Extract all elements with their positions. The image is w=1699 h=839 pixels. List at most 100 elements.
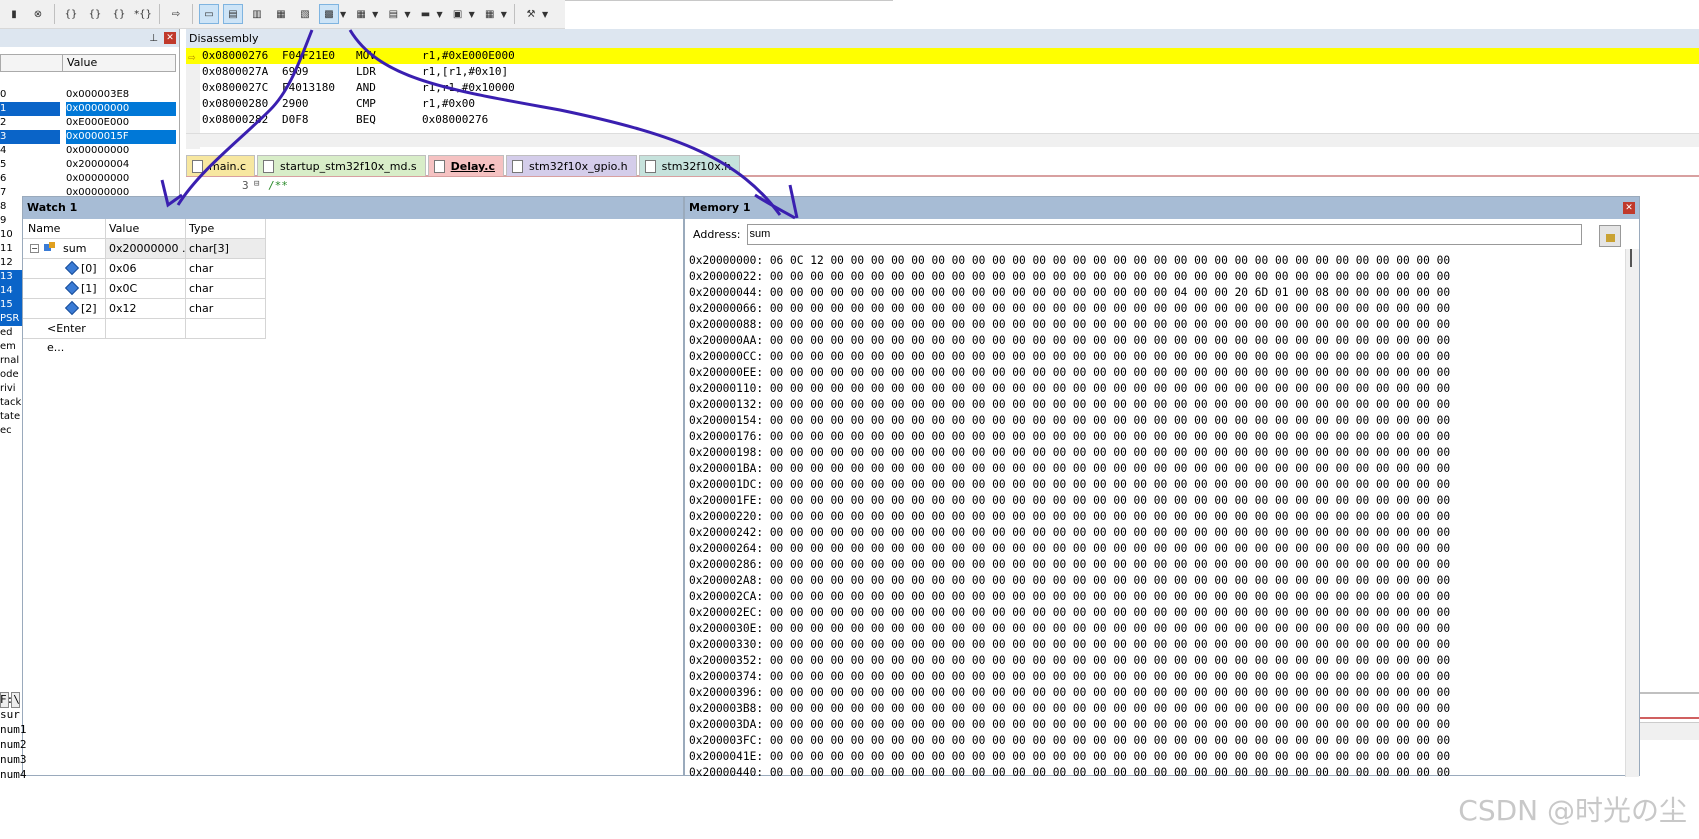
pin-icon[interactable]: ⊥ bbox=[149, 33, 158, 44]
step-into-icon[interactable]: {} bbox=[61, 4, 81, 24]
chevron-down-icon[interactable]: ▼ bbox=[436, 10, 442, 19]
register-value[interactable]: 0x00000000 bbox=[66, 144, 176, 158]
memory-line[interactable]: 0x2000041E: 00 00 00 00 00 00 00 00 00 0… bbox=[689, 749, 1450, 765]
tab-main-c[interactable]: main.c bbox=[186, 155, 256, 176]
memory-line[interactable]: 0x20000198: 00 00 00 00 00 00 00 00 00 0… bbox=[689, 445, 1450, 461]
disassembly-row[interactable]: 0x0800027A 6909 LDR r1,[r1,#0x10] bbox=[186, 64, 1699, 80]
watch-type-header[interactable]: Type bbox=[185, 219, 266, 238]
memory-line[interactable]: 0x200002CA: 00 00 00 00 00 00 00 00 00 0… bbox=[689, 589, 1450, 605]
memory-line[interactable]: 0x20000374: 00 00 00 00 00 00 00 00 00 0… bbox=[689, 669, 1450, 685]
step-out-icon[interactable]: {} bbox=[109, 4, 129, 24]
memory-line[interactable]: 0x200002A8: 00 00 00 00 00 00 00 00 00 0… bbox=[689, 573, 1450, 589]
call-stack-icon[interactable]: ▧ bbox=[295, 4, 315, 24]
register-name-header[interactable] bbox=[1, 55, 63, 71]
memory-line[interactable]: 0x20000066: 00 00 00 00 00 00 00 00 00 0… bbox=[689, 301, 1450, 317]
command-window-icon[interactable]: ▭ bbox=[199, 4, 219, 24]
tab-delay-c[interactable]: Delay.c bbox=[427, 155, 504, 176]
memory-line[interactable]: 0x20000396: 00 00 00 00 00 00 00 00 00 0… bbox=[689, 685, 1450, 701]
disassembly-window-icon[interactable]: ▤ bbox=[223, 4, 243, 24]
memory-line[interactable]: 0x20000242: 00 00 00 00 00 00 00 00 00 0… bbox=[689, 525, 1450, 541]
register-row[interactable]: 6 0x00000000 bbox=[0, 172, 176, 186]
chevron-down-icon[interactable]: ▼ bbox=[404, 10, 410, 19]
memory-line[interactable]: 0x20000022: 00 00 00 00 00 00 00 00 00 0… bbox=[689, 269, 1450, 285]
watch-row-element[interactable]: [2] 0x12 char bbox=[23, 299, 266, 319]
tab-stm32f10x-h[interactable]: stm32f10x.h bbox=[638, 155, 741, 176]
memory-line[interactable]: 0x20000000: 06 0C 12 00 00 00 00 00 00 0… bbox=[689, 253, 1450, 269]
register-row[interactable]: 3 0x0000015F bbox=[0, 130, 176, 144]
chevron-down-icon[interactable]: ▼ bbox=[542, 10, 548, 19]
register-row[interactable]: 2 0xE000E000 bbox=[0, 116, 176, 130]
memory-line[interactable]: 0x200001BA: 00 00 00 00 00 00 00 00 00 0… bbox=[689, 461, 1450, 477]
chevron-down-icon[interactable]: ▼ bbox=[340, 10, 346, 19]
step-over-icon[interactable]: {} bbox=[85, 4, 105, 24]
memory-scrollbar[interactable] bbox=[1625, 249, 1639, 777]
memory-line[interactable]: 0x200001FE: 00 00 00 00 00 00 00 00 00 0… bbox=[689, 493, 1450, 509]
memory-line[interactable]: 0x200001DC: 00 00 00 00 00 00 00 00 00 0… bbox=[689, 477, 1450, 493]
watch-var-value[interactable]: 0x12 bbox=[105, 299, 185, 318]
memory-line[interactable]: 0x20000286: 00 00 00 00 00 00 00 00 00 0… bbox=[689, 557, 1450, 573]
register-value[interactable]: 0xE000E000 bbox=[66, 116, 176, 130]
close-icon[interactable]: ✕ bbox=[164, 32, 176, 44]
tab-gpio-h[interactable]: stm32f10x_gpio.h bbox=[505, 155, 637, 176]
register-value-header[interactable]: Value bbox=[63, 55, 97, 71]
register-row[interactable]: 1 0x00000000 bbox=[0, 102, 176, 116]
symbols-window-icon[interactable]: ▥ bbox=[247, 4, 267, 24]
memory-line[interactable]: 0x20000176: 00 00 00 00 00 00 00 00 00 0… bbox=[689, 429, 1450, 445]
system-viewer-icon[interactable]: ▦ bbox=[480, 4, 500, 24]
trace-window-icon[interactable]: ▣ bbox=[448, 4, 468, 24]
lock-icon[interactable] bbox=[1599, 225, 1621, 247]
register-value[interactable]: 0x00000000 bbox=[66, 172, 176, 186]
collapse-icon[interactable]: − bbox=[30, 244, 39, 253]
analysis-window-icon[interactable]: ▬ bbox=[415, 4, 435, 24]
memory-line[interactable]: 0x20000154: 00 00 00 00 00 00 00 00 00 0… bbox=[689, 413, 1450, 429]
close-icon[interactable]: ✕ bbox=[1623, 202, 1635, 214]
register-row[interactable]: 5 0x20000004 bbox=[0, 158, 176, 172]
address-input[interactable] bbox=[746, 223, 1582, 245]
chevron-down-icon[interactable]: ▼ bbox=[469, 10, 475, 19]
watch-var-value[interactable]: 0x20000000 ... bbox=[105, 239, 185, 258]
register-row[interactable]: 4 0x00000000 bbox=[0, 144, 176, 158]
memory-line[interactable]: 0x2000030E: 00 00 00 00 00 00 00 00 00 0… bbox=[689, 621, 1450, 637]
watch-row-sum[interactable]: − sum 0x20000000 ... char[3] bbox=[23, 239, 266, 259]
memory-line[interactable]: 0x20000132: 00 00 00 00 00 00 00 00 00 0… bbox=[689, 397, 1450, 413]
enter-expression-cell[interactable]: <Enter e... bbox=[23, 319, 105, 354]
register-row[interactable]: 0 0x000003E8 bbox=[0, 88, 176, 102]
memory-line[interactable]: 0x20000264: 00 00 00 00 00 00 00 00 00 0… bbox=[689, 541, 1450, 557]
fold-icon[interactable]: ⊟ bbox=[254, 179, 259, 189]
watch-row-element[interactable]: [0] 0x06 char bbox=[23, 259, 266, 279]
enter-expression-placeholder[interactable]: <Enter e... bbox=[47, 319, 105, 357]
watch-var-value[interactable]: 0x06 bbox=[105, 259, 185, 278]
memory-line[interactable]: 0x20000330: 00 00 00 00 00 00 00 00 00 0… bbox=[689, 637, 1450, 653]
disassembly-scrollbar[interactable] bbox=[186, 133, 1699, 147]
memory-line[interactable]: 0x200000AA: 00 00 00 00 00 00 00 00 00 0… bbox=[689, 333, 1450, 349]
watch-enter-expression-row[interactable]: <Enter e... bbox=[23, 319, 266, 354]
run-icon[interactable]: ▮ bbox=[4, 4, 24, 24]
memory-line[interactable]: 0x200003FC: 00 00 00 00 00 00 00 00 00 0… bbox=[689, 733, 1450, 749]
memory-line[interactable]: 0x20000440: 00 00 00 00 00 00 00 00 00 0… bbox=[689, 765, 1450, 781]
watch-var-value[interactable]: 0x0C bbox=[105, 279, 185, 298]
register-value[interactable]: 0x20000004 bbox=[66, 158, 176, 172]
chevron-down-icon[interactable]: ▼ bbox=[372, 10, 378, 19]
chevron-down-icon[interactable]: ▼ bbox=[501, 10, 507, 19]
watch-window-icon[interactable]: ▩ bbox=[319, 4, 339, 24]
watch-row-element[interactable]: [1] 0x0C char bbox=[23, 279, 266, 299]
memory-line[interactable]: 0x200000CC: 00 00 00 00 00 00 00 00 00 0… bbox=[689, 349, 1450, 365]
tab-startup-s[interactable]: startup_stm32f10x_md.s bbox=[257, 155, 426, 176]
disassembly-row[interactable]: 0x08000282 D0F8 BEQ 0x08000276 bbox=[186, 112, 1699, 128]
watch-value-header[interactable]: Value bbox=[105, 219, 185, 238]
memory-line[interactable]: 0x20000220: 00 00 00 00 00 00 00 00 00 0… bbox=[689, 509, 1450, 525]
disassembly-row[interactable]: ⇨ 0x08000276 F04F21E0 MOV r1,#0xE000E000 bbox=[186, 48, 1699, 64]
disassembly-row[interactable]: 0x08000280 2900 CMP r1,#0x00 bbox=[186, 96, 1699, 112]
serial-window-icon[interactable]: ▤ bbox=[383, 4, 403, 24]
watch-name-header[interactable]: Name bbox=[23, 219, 105, 238]
show-next-statement-icon[interactable]: ⇨ bbox=[166, 4, 186, 24]
memory-line[interactable]: 0x20000088: 00 00 00 00 00 00 00 00 00 0… bbox=[689, 317, 1450, 333]
memory-line[interactable]: 0x20000044: 00 00 00 00 00 00 00 00 00 0… bbox=[689, 285, 1450, 301]
register-value[interactable]: 0x00000000 bbox=[66, 102, 176, 116]
memory-window-icon[interactable]: ▦ bbox=[351, 4, 371, 24]
memory-line[interactable]: 0x20000352: 00 00 00 00 00 00 00 00 00 0… bbox=[689, 653, 1450, 669]
stop-icon[interactable]: ⊗ bbox=[28, 4, 48, 24]
disassembly-row[interactable]: 0x0800027C F4013180 AND r1,r1,#0x10000 bbox=[186, 80, 1699, 96]
memory-line[interactable]: 0x20000110: 00 00 00 00 00 00 00 00 00 0… bbox=[689, 381, 1450, 397]
run-to-cursor-icon[interactable]: *{} bbox=[133, 4, 153, 24]
